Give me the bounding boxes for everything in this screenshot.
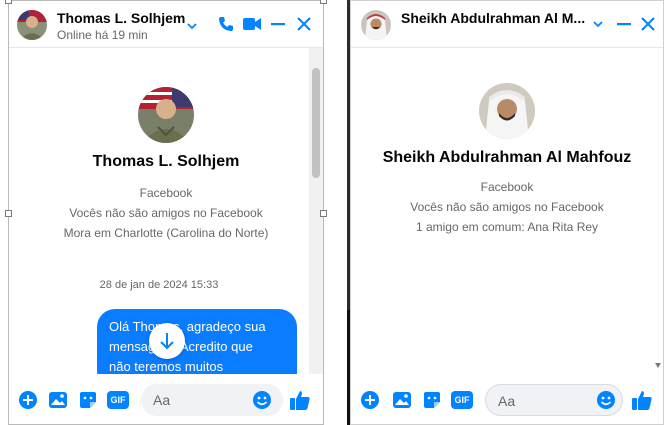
- profile-name: Sheikh Abdulrahman Al Mahfouz: [382, 149, 632, 166]
- profile-summary: Thomas L. Solhjem Facebook Vocês não são…: [9, 87, 323, 243]
- profile-summary: Sheikh Abdulrahman Al Mahfouz Facebook V…: [351, 83, 663, 237]
- message-line: Olá Thomas, agradeço sua: [109, 319, 266, 334]
- chevron-down-icon[interactable]: [181, 15, 203, 37]
- profile-avatar[interactable]: [479, 83, 535, 139]
- selection-handle[interactable]: [5, 0, 12, 4]
- chat-header[interactable]: Thomas L. Solhjem Online há 19 min: [9, 1, 323, 48]
- avatar[interactable]: [361, 10, 391, 40]
- scrollbar[interactable]: [653, 101, 663, 371]
- profile-line: Mora em Charlotte (Carolina do Norte): [63, 226, 269, 240]
- message-timestamp: 28 de jan de 2024 15:33: [99, 279, 219, 291]
- header-name[interactable]: Thomas L. Solhjem: [57, 10, 185, 26]
- sticker-icon[interactable]: [77, 389, 99, 411]
- chat-window-sheikh: Sheikh Abdulrahman Al M... Sheikh Abdulr…: [350, 0, 664, 425]
- minimize-icon[interactable]: [267, 13, 289, 35]
- profile-line: Facebook: [139, 186, 193, 200]
- selection-handle[interactable]: [320, 0, 327, 4]
- minimize-icon[interactable]: [613, 13, 635, 35]
- profile-line: Facebook: [480, 180, 534, 194]
- sticker-icon[interactable]: [421, 389, 443, 411]
- message-line: mensagem. Acredito que: [109, 339, 253, 354]
- thumbs-up-icon[interactable]: [289, 389, 311, 411]
- phone-icon[interactable]: [215, 13, 237, 35]
- emoji-icon[interactable]: [251, 389, 273, 411]
- thumbs-up-icon[interactable]: [631, 389, 653, 411]
- header-status: Online há 19 min: [57, 28, 148, 42]
- close-icon[interactable]: [293, 13, 315, 35]
- profile-line: Vocês não são amigos no Facebook: [410, 200, 604, 214]
- close-icon[interactable]: [637, 13, 659, 35]
- gif-label: GIF: [107, 391, 129, 409]
- selection-handle[interactable]: [320, 210, 327, 217]
- profile-avatar[interactable]: [138, 87, 194, 143]
- composer: GIF Aa: [9, 374, 323, 424]
- gif-icon[interactable]: GIF: [451, 389, 473, 411]
- chat-header[interactable]: Sheikh Abdulrahman Al M...: [351, 1, 663, 48]
- profile-name: Thomas L. Solhjem: [92, 153, 240, 170]
- profile-line: 1 amigo em comum: Ana Rita Rey: [415, 220, 599, 234]
- chat-window-thomas: Thomas L. Solhjem Online há 19 min Thoma…: [8, 0, 324, 425]
- chevron-down-icon[interactable]: [587, 13, 609, 35]
- header-name[interactable]: Sheikh Abdulrahman Al M...: [401, 10, 585, 26]
- gif-icon[interactable]: GIF: [107, 389, 129, 411]
- gif-label: GIF: [451, 391, 473, 409]
- selection-handle[interactable]: [5, 210, 12, 217]
- plus-circle-icon[interactable]: [359, 389, 381, 411]
- scrollbar-thumb[interactable]: [312, 68, 320, 178]
- scroll-arrow-icon: [655, 363, 661, 368]
- profile-line: Vocês não são amigos no Facebook: [69, 206, 263, 220]
- composer: GIF Aa: [351, 374, 663, 424]
- video-icon[interactable]: [241, 13, 263, 35]
- plus-circle-icon[interactable]: [17, 389, 39, 411]
- emoji-icon[interactable]: [595, 389, 617, 411]
- image-icon[interactable]: [47, 389, 69, 411]
- avatar[interactable]: [17, 10, 47, 40]
- arrow-down-icon: [160, 333, 174, 350]
- scroll-down-button[interactable]: [149, 323, 185, 359]
- image-icon[interactable]: [391, 389, 413, 411]
